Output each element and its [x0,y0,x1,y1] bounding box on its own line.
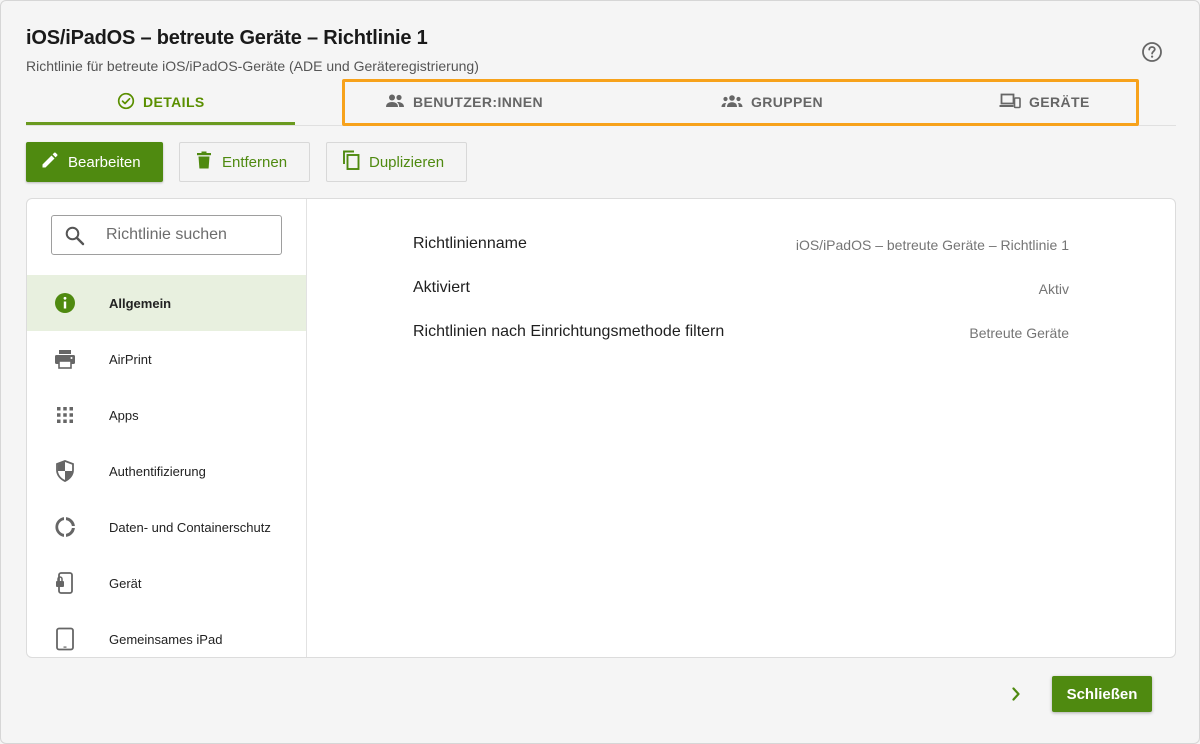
sidebar-item-allgemein[interactable]: Allgemein [27,275,306,331]
tab-label: DETAILS [143,94,205,110]
detail-value-enabled: Aktiv [1038,281,1069,297]
info-icon [53,291,77,315]
detail-value-policy-name: iOS/iPadOS – betreute Geräte – Richtlini… [795,237,1069,253]
edit-button-label: Bearbeiten [68,153,141,171]
remove-button[interactable]: Entfernen [179,142,310,182]
search-box[interactable] [51,215,282,255]
search-icon [64,225,86,252]
sidebar-item-datenschutz[interactable]: Daten- und Containerschutz [27,499,306,555]
chevron-right-icon[interactable] [1007,685,1025,708]
edit-button[interactable]: Bearbeiten [26,142,163,182]
printer-icon [53,347,77,371]
detail-value-filter: Betreute Geräte [969,325,1069,341]
sidebar: Allgemein AirPrint [27,199,307,657]
copy-icon [341,149,361,175]
help-icon[interactable] [1141,41,1163,63]
close-button[interactable]: Schließen [1052,676,1152,712]
detail-label-enabled: Aktiviert [413,279,470,296]
page-subtitle: Richtlinie für betreute iOS/iPadOS-Gerät… [26,58,479,74]
duplicate-button[interactable]: Duplizieren [326,142,467,182]
shield-icon [53,459,77,483]
search-input[interactable] [106,224,276,246]
duplicate-button-label: Duplizieren [369,153,445,171]
tablet-icon [53,627,77,651]
sidebar-item-label: Authentifizierung [109,463,206,479]
apps-grid-icon [53,403,77,427]
detail-label-policy-name: Richtlinienname [413,235,527,252]
highlight-box [342,79,1139,126]
trash-icon [194,150,214,174]
sidebar-item-geraet[interactable]: Gerät [27,555,306,611]
phone-lock-icon [53,571,77,595]
tab-details[interactable]: DETAILS [117,89,205,115]
donut-icon [53,515,77,539]
sidebar-item-apps[interactable]: Apps [27,387,306,443]
remove-button-label: Entfernen [222,153,288,171]
sidebar-item-label: Allgemein [109,295,172,311]
details-panel: Allgemein AirPrint [26,198,1176,658]
detail-label-filter: Richtlinien nach Einrichtungsmethode fil… [413,323,725,340]
pencil-icon [40,150,60,174]
check-circle-icon [117,92,135,113]
sidebar-item-authentifizierung[interactable]: Authentifizierung [27,443,306,499]
sidebar-item-label: Daten- und Containerschutz [109,519,271,535]
sidebar-item-label: Apps [109,407,139,423]
sidebar-item-label: AirPrint [109,351,152,367]
sidebar-item-gemeinsames-ipad[interactable]: Gemeinsames iPad [27,611,306,657]
sidebar-item-airprint[interactable]: AirPrint [27,331,306,387]
dialog: iOS/iPadOS – betreute Geräte – Richtlini… [0,0,1200,744]
sidebar-item-label: Gemeinsames iPad [109,631,223,647]
page-title: iOS/iPadOS – betreute Geräte – Richtlini… [26,27,428,49]
sidebar-item-label: Gerät [109,575,142,591]
